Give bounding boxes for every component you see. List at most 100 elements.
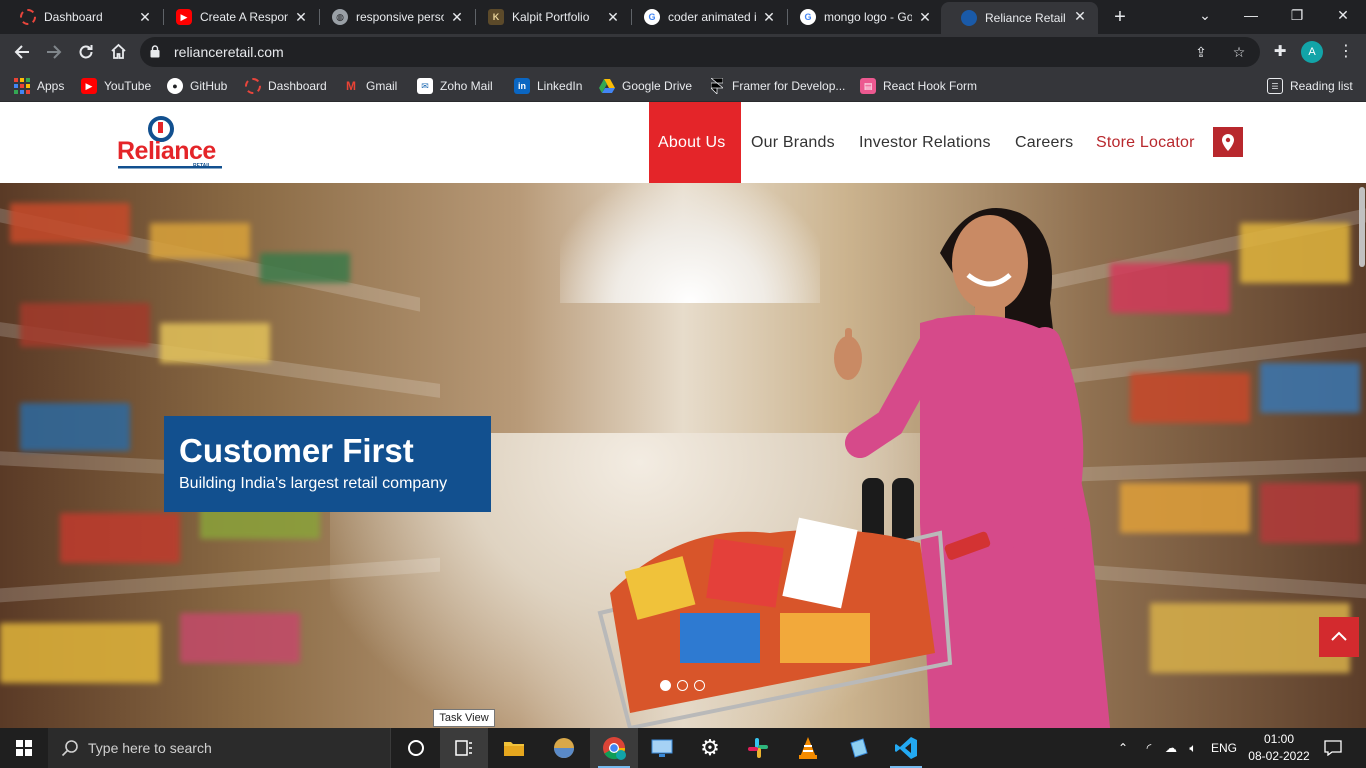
tab-responsive-personal[interactable]: ◍ responsive personal ✕ [312,3,475,31]
youtube-icon: ▶ [176,9,192,25]
bookmark-gmail[interactable]: M Gmail [343,76,397,96]
reading-list-button[interactable]: ☰ Reading list [1267,76,1353,96]
logo-subtext: RETAIL [193,163,211,169]
framer-icon [709,78,725,94]
scrollbar-thumb[interactable] [1359,187,1365,267]
taskbar-search-box[interactable]: Type here to search [48,728,391,768]
taskbar-clock[interactable]: 01:00 08-02-2022 [1244,731,1314,765]
scroll-to-top-button[interactable] [1319,617,1359,657]
page-scrollbar[interactable] [1358,183,1366,728]
tab-dashboard[interactable]: Dashboard ✕ [0,3,163,31]
reading-list-label: Reading list [1290,79,1353,93]
extensions-button[interactable]: ✚ [1268,40,1292,64]
forward-button[interactable] [42,40,66,64]
arrow-left-icon [14,45,29,59]
tab-title: Dashboard [44,10,103,24]
browser-menu-button[interactable]: ⋮ [1334,40,1358,64]
react-hook-form-icon: ▤ [860,78,876,94]
close-icon[interactable]: ✕ [761,9,777,25]
back-button[interactable] [10,40,34,64]
file-explorer-button[interactable] [490,728,538,768]
tab-coder-animated[interactable]: G coder animated im ✕ [624,3,787,31]
tab-reliance-retail[interactable]: Reliance Retail ✕ [941,2,1098,34]
input-language-indicator[interactable]: ENG [1208,728,1240,768]
profile-avatar[interactable]: A [1301,41,1323,63]
nav-our-brands[interactable]: Our Brands [751,102,835,183]
notes-app-button[interactable] [834,728,882,768]
hero-caption: Customer First Building India's largest … [164,416,491,512]
bookmark-label: GitHub [190,79,228,93]
hero-woman-with-cart-image [597,208,1110,728]
nav-careers[interactable]: Careers [1015,102,1073,183]
close-icon[interactable]: ✕ [293,9,309,25]
vlc-button[interactable] [784,728,832,768]
close-icon[interactable]: ✕ [605,9,621,25]
vscode-button[interactable] [882,728,930,768]
bookmark-google-drive[interactable]: Google Drive [599,76,692,96]
reliance-retail-logo[interactable]: Reliance RETAIL [117,116,223,174]
globe-icon: ◍ [332,9,348,25]
close-icon[interactable]: ✕ [917,9,933,25]
nav-investor-relations[interactable]: Investor Relations [859,102,991,183]
notification-icon [1324,740,1342,756]
tab-kalpit-portfolio[interactable]: K Kalpit Portfolio ✕ [468,3,631,31]
lock-icon[interactable] [150,45,160,58]
slack-button[interactable] [734,728,782,768]
tab-title: Create A Responsive [200,10,288,24]
tab-strip: Dashboard ✕ ▶ Create A Responsive ✕ ◍ re… [0,0,1366,34]
close-window-button[interactable]: ✕ [1320,0,1366,32]
home-icon [110,43,126,59]
tab-mongo-logo[interactable]: G mongo logo - Goog ✕ [780,3,943,31]
nav-store-locator[interactable]: Store Locator [1096,102,1195,183]
bookmark-linkedin[interactable]: in LinkedIn [514,76,582,96]
notepad-icon [850,738,868,758]
bookmark-react-hook-form[interactable]: ▤ React Hook Form [860,76,977,96]
settings-button[interactable]: ⚙ [686,728,734,768]
bookmark-framer[interactable]: Framer for Develop... [709,76,845,96]
tab-youtube-video[interactable]: ▶ Create A Responsive ✕ [156,3,319,31]
volume-button[interactable]: 🔈︎ [1182,728,1204,768]
puzzle-icon: ✚ [1273,43,1287,60]
cortana-button[interactable] [392,728,440,768]
close-icon[interactable]: ✕ [137,9,153,25]
bookmark-zoho-mail[interactable]: ✉ Zoho Mail [417,76,493,96]
chrome-taskbar-button[interactable] [590,728,638,768]
new-tab-button[interactable]: + [1108,5,1132,29]
bookmark-dashboard[interactable]: Dashboard [245,76,327,96]
search-icon [61,740,78,757]
notifications-button[interactable] [1318,728,1348,768]
restore-button[interactable]: ❐ [1274,0,1320,32]
task-view-button[interactable] [440,728,488,768]
carousel-indicators [660,680,705,692]
monitor-icon [651,739,673,757]
store-locator-button[interactable] [1213,127,1243,157]
carousel-dot-1[interactable] [660,680,671,691]
onedrive-status-button[interactable]: ☁ [1160,728,1182,768]
start-button[interactable] [0,728,48,768]
minimize-button[interactable]: — [1228,0,1274,32]
weather-app-button[interactable] [540,728,588,768]
close-icon[interactable]: ✕ [449,9,465,25]
nav-about-us[interactable]: About Us [649,102,741,183]
share-icon[interactable]: ⇪ [1192,43,1210,61]
url-text[interactable]: relianceretail.com [174,44,284,60]
address-bar[interactable]: relianceretail.com ⇪ ☆ [140,37,1260,67]
network-status-button[interactable]: ◜ [1138,728,1160,768]
clock-date: 08-02-2022 [1248,749,1310,763]
bookmark-star-icon[interactable]: ☆ [1230,43,1248,61]
reload-button[interactable] [74,40,98,64]
carousel-dot-2[interactable] [677,680,688,691]
hero-heading: Customer First [179,432,414,469]
home-button[interactable] [106,40,130,64]
remote-desktop-button[interactable] [638,728,686,768]
show-hidden-icons-button[interactable]: ⌃ [1112,728,1134,768]
bookmark-github[interactable]: ● GitHub [167,76,227,96]
tab-search-button[interactable]: ⌄ [1182,0,1228,32]
hero-carousel: Customer First Building India's largest … [0,183,1366,728]
bookmark-youtube[interactable]: ▶ YouTube [81,76,151,96]
bookmark-apps[interactable]: Apps [14,76,64,96]
screen: Dashboard ✕ ▶ Create A Responsive ✕ ◍ re… [0,0,1366,768]
tab-title: Kalpit Portfolio [512,10,590,24]
carousel-dot-3[interactable] [694,680,705,691]
close-icon[interactable]: ✕ [1072,8,1088,24]
